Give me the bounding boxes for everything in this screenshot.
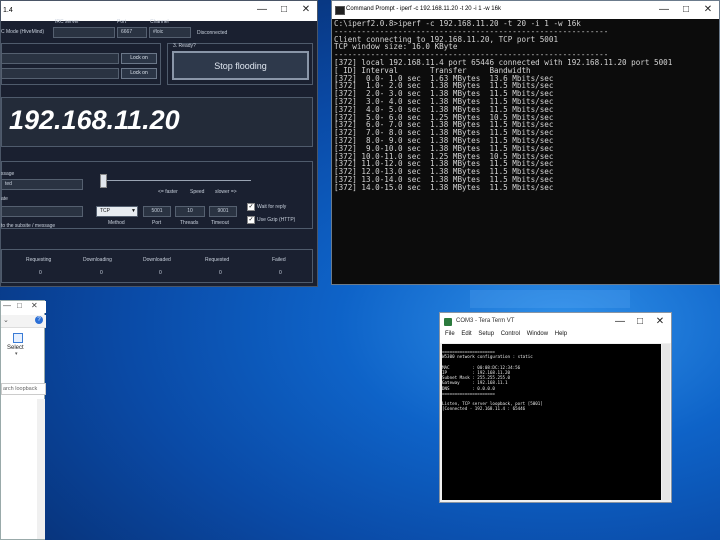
stat-header-requesting: Requesting xyxy=(26,257,52,263)
message-input[interactable]: ted xyxy=(1,179,83,190)
timeout-label: Timeout xyxy=(211,220,229,226)
stat-header-requested: Requested xyxy=(205,257,230,263)
selected-target-ip: 192.168.11.20 xyxy=(9,105,180,135)
tera-scrollbar[interactable] xyxy=(662,344,670,500)
subsite-label: ate xyxy=(1,196,8,202)
minimize-icon[interactable]: — xyxy=(613,315,627,329)
close-icon[interactable]: ✕ xyxy=(653,315,667,329)
maximize-icon[interactable]: □ xyxy=(277,3,291,17)
tera-titlebar: COM3 - Tera Term VT — □ ✕ xyxy=(440,313,671,331)
terminal-icon xyxy=(335,6,345,15)
wait-reply-label: Wait for reply xyxy=(257,204,287,210)
threads-label: Threads xyxy=(180,220,199,226)
method-label: Method xyxy=(108,220,125,226)
loic-title: 1.4 xyxy=(3,7,13,14)
stat-header-failed: Failed xyxy=(272,257,286,263)
explorer-titlebar: — □ ✕ xyxy=(1,301,46,313)
menu-control[interactable]: Control xyxy=(501,331,520,337)
loic-body: IRC server Port Channel C Mode (HiveMind… xyxy=(1,19,317,286)
tera-output[interactable]: ===================== W5300 network confi… xyxy=(442,344,661,500)
tera-line: [Connected - 192.168.11.4 : 65446 xyxy=(442,406,526,412)
stat-value-requested: 0 xyxy=(219,270,222,276)
cmd-line: [372] 14.0-15.0 sec 1.38 MBytes 11.5 Mbi… xyxy=(334,182,554,192)
menu-edit[interactable]: Edit xyxy=(461,331,471,337)
minimize-icon[interactable]: — xyxy=(657,3,671,17)
chevron-down-icon: ▾ xyxy=(15,351,18,357)
cmd-titlebar: Command Prompt - iperf -c 192.168.11.20 … xyxy=(332,1,719,19)
lock-on-ip-button[interactable]: Lock on xyxy=(121,68,157,79)
select-all-icon xyxy=(13,333,23,343)
subsite-input[interactable] xyxy=(1,206,83,217)
port-field-label: Port xyxy=(152,220,162,226)
loic-window: 1.4 — □ ✕ IRC server Port Channel C Mode… xyxy=(0,0,318,287)
url-input[interactable] xyxy=(1,53,119,64)
ip-input[interactable] xyxy=(1,68,119,79)
speed-slider-track[interactable] xyxy=(101,180,251,181)
irc-port-input[interactable]: 6667 xyxy=(117,27,147,38)
port-label: Port xyxy=(117,19,127,25)
tera-term-window: COM3 - Tera Term VT — □ ✕ File Edit Setu… xyxy=(439,312,672,503)
lock-on-url-button[interactable]: Lock on xyxy=(121,53,157,64)
tera-menu-bar: File Edit Setup Control Window Help xyxy=(440,331,671,343)
timeout-input[interactable]: 9001 xyxy=(209,206,237,217)
minimize-icon[interactable]: — xyxy=(3,301,11,310)
irc-server-label: IRC server xyxy=(55,19,79,25)
method-select[interactable]: TCP ▼ xyxy=(96,206,138,217)
select-group[interactable]: Select ▾ xyxy=(7,333,29,369)
subsite-note: to the subsite / message xyxy=(1,223,56,229)
file-explorer-window: — □ ✕ ⌄ ? Select ▾ arch loopback xyxy=(0,300,46,540)
stat-value-downloaded: 0 xyxy=(159,270,162,276)
message-label: ssage xyxy=(1,171,15,177)
menu-file[interactable]: File xyxy=(445,331,455,337)
slower-label: slower => xyxy=(215,189,237,195)
tera-title: COM3 - Tera Term VT xyxy=(456,318,515,324)
irc-channel-input[interactable]: #loic xyxy=(149,27,191,38)
cmd-title: Command Prompt - iperf -c 192.168.11.20 … xyxy=(346,6,501,12)
use-gzip-label: Use Gzip (HTTP) xyxy=(257,217,296,223)
speed-slider-thumb[interactable] xyxy=(100,174,107,188)
close-icon[interactable]: ✕ xyxy=(701,3,715,17)
wallpaper-light xyxy=(470,290,630,308)
stat-value-failed: 0 xyxy=(279,270,282,276)
maximize-icon[interactable]: □ xyxy=(679,3,693,17)
threads-input[interactable]: 10 xyxy=(175,206,205,217)
stat-value-downloading: 0 xyxy=(100,270,103,276)
chevron-down-icon[interactable]: ⌄ xyxy=(3,316,9,324)
close-icon[interactable]: ✕ xyxy=(299,3,313,17)
search-placeholder: arch loopback xyxy=(3,386,38,392)
search-box[interactable]: arch loopback xyxy=(1,383,46,395)
irc-server-input[interactable] xyxy=(53,27,115,38)
command-prompt-window: Command Prompt - iperf -c 192.168.11.20 … xyxy=(331,0,720,285)
maximize-icon[interactable]: □ xyxy=(633,315,647,329)
menu-help[interactable]: Help xyxy=(555,331,567,337)
stop-flooding-button[interactable]: Stop flooding xyxy=(172,51,309,80)
tera-term-icon xyxy=(444,318,452,326)
stats-panel xyxy=(1,249,313,283)
use-gzip-checkbox[interactable]: ✓ xyxy=(247,216,255,224)
wait-reply-checkbox[interactable]: ✓ xyxy=(247,203,255,211)
stat-header-downloaded: Downloaded xyxy=(143,257,171,263)
ribbon-tab-bar: ⌄ ? xyxy=(1,315,46,328)
stat-value-requesting: 0 xyxy=(39,270,42,276)
menu-setup[interactable]: Setup xyxy=(478,331,494,337)
ready-label: 3. Ready? xyxy=(173,43,196,49)
connection-status: Disconnected xyxy=(197,30,228,36)
cmd-output[interactable]: C:\iperf2.0.8>iperf -c 192.168.11.20 -t … xyxy=(334,20,715,282)
chevron-down-icon: ▼ xyxy=(131,208,136,214)
maximize-icon[interactable]: □ xyxy=(17,301,22,310)
minimize-icon[interactable]: — xyxy=(255,3,269,17)
speed-label: Speed xyxy=(190,189,205,195)
channel-label: Channel xyxy=(150,19,169,25)
stat-header-downloading: Downloading xyxy=(83,257,112,263)
help-icon[interactable]: ? xyxy=(35,316,43,324)
explorer-scrollbar[interactable] xyxy=(37,399,45,539)
port-input[interactable]: 5001 xyxy=(143,206,171,217)
loic-titlebar: 1.4 — □ ✕ xyxy=(1,1,317,21)
menu-window[interactable]: Window xyxy=(527,331,548,337)
faster-label: <= faster xyxy=(158,189,178,195)
method-value: TCP xyxy=(100,208,110,214)
close-icon[interactable]: ✕ xyxy=(31,301,38,310)
irc-mode-label: C Mode (HiveMind) xyxy=(1,29,45,35)
